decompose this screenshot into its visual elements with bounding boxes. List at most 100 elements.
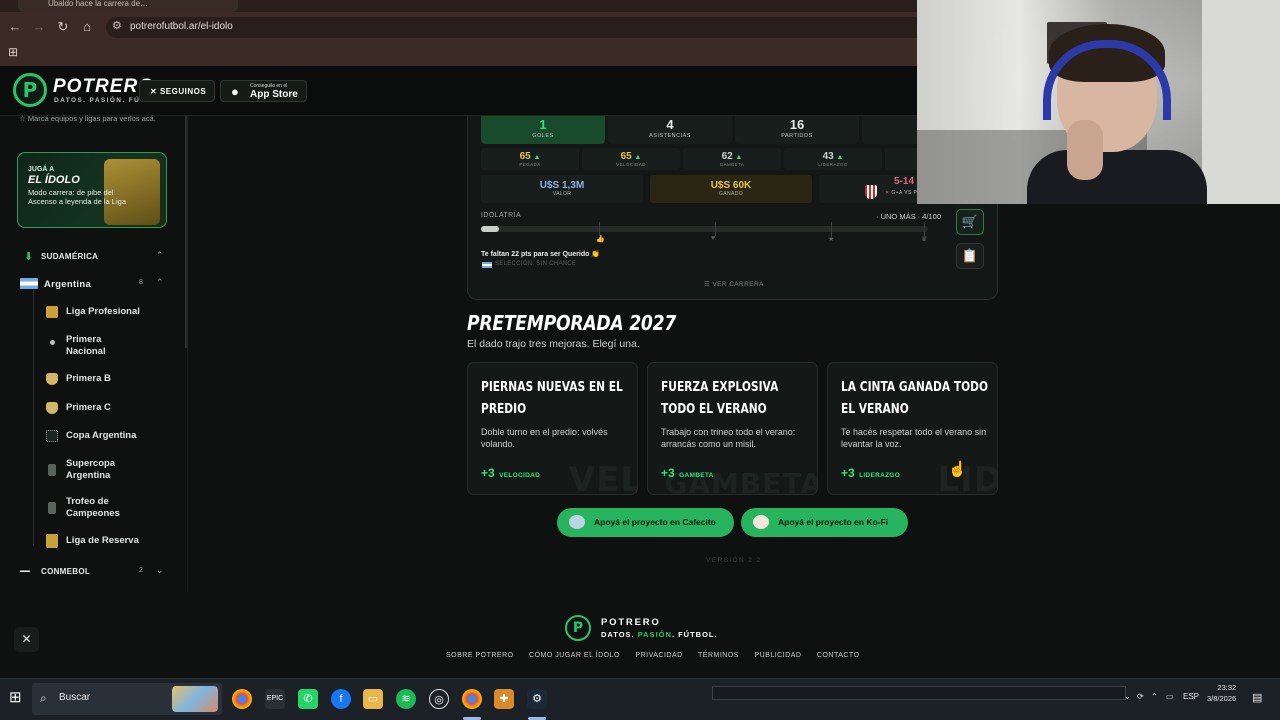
sidebar-region-sudamerica[interactable]: ⬇ SUDAMÉRICA ⌃ xyxy=(0,247,188,267)
arrow-up-icon: ▲ xyxy=(836,154,844,161)
progress-tick xyxy=(715,222,716,236)
option-title: FUERZA EXPLOSIVA TODO EL VERANO xyxy=(661,380,779,417)
el-idolo-card[interactable]: JUGÁ A EL ÍDOLO Modo carrera: de pibe de… xyxy=(17,152,167,228)
attr-value: 65 ▲ xyxy=(620,151,642,162)
clipboard-button[interactable]: 📋 xyxy=(956,243,984,269)
footer-link-como-jugar[interactable]: CÓMO JUGAR EL ÍDOLO xyxy=(529,652,620,659)
attr-velocidad: 65 ▲ VELOCIDAD xyxy=(582,148,680,170)
back-icon[interactable]: ← xyxy=(5,17,25,37)
stat-value: 4 xyxy=(666,117,674,132)
league-badge-icon xyxy=(50,340,55,345)
league-badge-icon xyxy=(46,402,58,414)
country-count: 8 xyxy=(139,279,143,286)
screen: Ubaldo hace la carrera de… ← → ↻ ⌂ ⚙ pot… xyxy=(0,0,1280,720)
app-store-button[interactable]: ● Conseguilo en el App Store xyxy=(220,80,307,102)
stat-asistencias: 4 ASISTENCIAS xyxy=(608,116,732,144)
idolatria-progress-fill xyxy=(481,226,499,232)
browser-tab[interactable]: Ubaldo hace la carrera de… xyxy=(18,0,238,12)
stat-value: 16 xyxy=(789,117,805,132)
attr-label: GAMBETA xyxy=(719,162,745,167)
footer-link-privacidad[interactable]: PRIVACIDAD xyxy=(635,652,682,659)
league-badge-icon xyxy=(46,430,58,442)
thumbs-up-icon: 👍 xyxy=(596,236,605,243)
option-card-velocidad[interactable]: VEL PIERNAS NUEVAS EN EL PREDIO Doble tu… xyxy=(467,362,638,495)
footer-link-publicidad[interactable]: PUBLICIDAD xyxy=(754,652,801,659)
sidebar-scrollbar[interactable] xyxy=(185,116,187,348)
attr-label: VELOCIDAD xyxy=(616,162,646,167)
chevron-up-icon[interactable]: ⌃ xyxy=(156,277,164,288)
sidebar-country-argentina[interactable]: Argentina 8 ⌃ xyxy=(0,274,188,294)
chrome-active-icon[interactable] xyxy=(462,689,482,709)
address-bar[interactable]: ⚙ potrerofutbol.ar/el-idolo xyxy=(106,17,926,38)
footer-link-contacto[interactable]: CONTACTO xyxy=(817,652,860,659)
chevron-down-icon[interactable]: ⌄ xyxy=(1124,692,1131,701)
hand-cursor-icon: ☝ xyxy=(948,461,967,478)
tree-line xyxy=(33,290,34,546)
ball-app-icon[interactable]: ◎ xyxy=(429,689,449,709)
stat-label: GOLES xyxy=(532,133,554,139)
file-explorer-icon[interactable]: ▭ xyxy=(363,689,383,709)
money-valor: U$S 1,3M VALOR xyxy=(481,175,643,203)
network-icon[interactable]: ▭ xyxy=(1166,692,1174,701)
option-bonus: +3 GAMBETA xyxy=(661,466,714,480)
epic-games-icon[interactable]: EPIC xyxy=(265,689,285,709)
seleccion-status: SELECCIÓN: SIN CHANCE xyxy=(495,261,577,267)
close-icon[interactable]: ✕ xyxy=(14,627,39,652)
ver-carrera-label: VER CARRERA xyxy=(712,281,764,288)
steam-icon[interactable]: ⚙ xyxy=(527,689,547,709)
footer-link-sobre[interactable]: SOBRE POTRERO xyxy=(446,652,514,659)
idolatria-label: IDOLATRÍA xyxy=(481,212,522,219)
option-card-gambeta[interactable]: GAMBETA FUERZA EXPLOSIVA TODO EL VERANO … xyxy=(647,362,818,495)
attr-liderazgo: 43 ▲ LIDERAZGO xyxy=(784,148,882,170)
webcam-overlay xyxy=(917,0,1280,204)
kofi-button[interactable]: Apoyá el proyecto en Ko-Fi xyxy=(741,508,908,537)
language-indicator[interactable]: ESP xyxy=(1183,692,1199,701)
arrow-up-icon: ▲ xyxy=(533,154,541,161)
idolatria-rank: · UNO MÁS · 4/100 xyxy=(876,212,942,221)
apple-icon: ● xyxy=(231,84,239,99)
whatsapp-icon[interactable]: ✆ xyxy=(298,689,318,709)
windows-start-icon[interactable]: ⊞ xyxy=(9,690,25,706)
cafecito-button[interactable]: Apoyá el proyecto en Cafecito xyxy=(557,508,734,537)
reload-icon[interactable]: ↻ xyxy=(53,17,73,37)
attr-label: LIDERAZGO xyxy=(818,162,848,167)
progress-tick xyxy=(924,222,925,236)
stat-label: PARTIDOS xyxy=(781,133,813,139)
ver-carrera-button[interactable]: ☰ VER CARRERA xyxy=(704,280,764,288)
star-icon: ☆ xyxy=(19,114,28,123)
chevron-up-icon[interactable]: ⌃ xyxy=(156,250,164,261)
follow-label: SEGUINOS xyxy=(159,87,207,96)
apps-grid-icon[interactable]: ⊞ xyxy=(8,45,18,59)
forward-icon[interactable]: → xyxy=(29,17,49,37)
chevron-down-icon[interactable]: ⌄ xyxy=(156,565,164,576)
potrero-logo-icon[interactable]: P xyxy=(13,73,47,107)
taskbar-search[interactable]: ⌕ Buscar xyxy=(32,683,222,715)
league-badge-icon xyxy=(46,373,58,385)
pinned-app-icon[interactable]: ✚ xyxy=(494,689,514,709)
region-label: SUDAMÉRICA xyxy=(41,252,99,261)
taskbar-clock[interactable]: 23:32 3/8/2026 xyxy=(1207,682,1236,704)
home-icon[interactable]: ⌂ xyxy=(77,17,97,37)
footer-logo-icon[interactable]: P xyxy=(565,615,591,641)
conmebol-label: CONMEBOL xyxy=(41,567,91,576)
sync-icon[interactable]: ⟳ xyxy=(1137,692,1144,701)
search-highlight-image xyxy=(172,686,218,712)
notification-icon[interactable]: ▤ xyxy=(1252,691,1262,704)
option-card-liderazgo[interactable]: LID LA CINTA GANADA TODO EL VERANO Te ha… xyxy=(827,362,998,495)
cafecito-icon xyxy=(569,515,585,529)
chevron-up-icon[interactable]: ⌃ xyxy=(1151,692,1158,701)
shop-cart-button[interactable]: 🛒 xyxy=(956,209,984,235)
follow-x-button[interactable]: ✕ SEGUINOS xyxy=(139,80,215,102)
chrome-icon[interactable] xyxy=(232,689,252,709)
footer-link-terminos[interactable]: TÉRMINOS xyxy=(698,652,739,659)
facebook-icon[interactable]: f xyxy=(331,689,351,709)
spotify-icon[interactable]: ≋ xyxy=(396,689,416,709)
sidebar-item-conmebol[interactable]: ▬▬ CONMEBOL 2 ⌄ xyxy=(0,562,188,582)
card-watermark: VEL xyxy=(568,460,638,495)
version-label: VERSIÓN 2.2 xyxy=(706,557,762,564)
option-bonus: +3 LIDERAZGO xyxy=(841,466,901,480)
pretemporada-subtitle: El dado trajo tres mejoras. Elegí una. xyxy=(467,338,640,350)
attr-value: 43 ▲ xyxy=(822,151,844,162)
webcam-door xyxy=(1202,0,1280,204)
site-settings-icon[interactable]: ⚙ xyxy=(112,19,122,32)
